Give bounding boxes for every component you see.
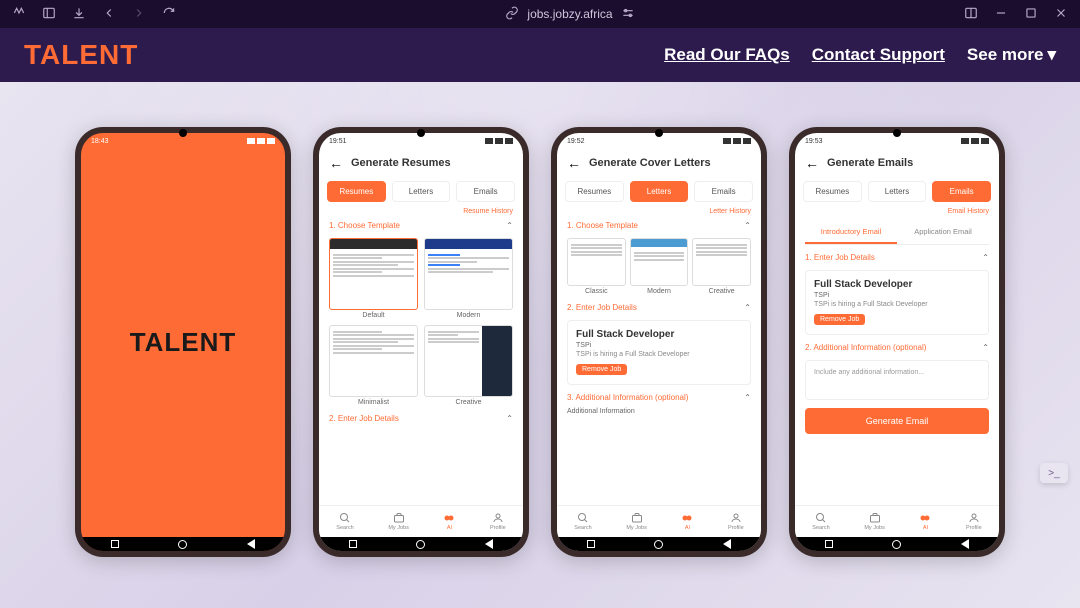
- chevron-up-icon[interactable]: ⌃: [982, 343, 989, 352]
- nav-search[interactable]: Search: [574, 512, 591, 531]
- job-card: Full Stack Developer TSPi TSPi is hiring…: [567, 320, 751, 385]
- site-logo[interactable]: TALENT: [24, 39, 138, 71]
- phone-emails: 19:53 ← Generate Emails Resumes Letters E…: [789, 127, 1005, 557]
- sidebar-icon[interactable]: [42, 6, 56, 23]
- nav-search[interactable]: Search: [336, 512, 353, 531]
- nav-profile[interactable]: Profile: [966, 512, 982, 531]
- nav-faqs[interactable]: Read Our FAQs: [664, 45, 790, 65]
- download-icon[interactable]: [72, 6, 86, 23]
- additional-label: Additional Information: [557, 406, 761, 417]
- tab-letters[interactable]: Letters: [392, 181, 451, 202]
- template-minimalist[interactable]: Minimalist: [329, 325, 418, 406]
- template-modern[interactable]: Modern: [630, 238, 689, 295]
- nav-see-more[interactable]: See more▾: [967, 45, 1056, 65]
- split-icon[interactable]: [964, 6, 978, 23]
- template-creative[interactable]: Creative: [692, 238, 751, 295]
- job-desc: TSPi is hiring a Full Stack Developer: [576, 351, 742, 358]
- chevron-up-icon[interactable]: ⌃: [506, 414, 513, 423]
- chevron-up-icon[interactable]: ⌃: [744, 221, 751, 230]
- history-link[interactable]: Email History: [795, 206, 999, 217]
- section-choose-template: 1. Choose Template: [329, 221, 400, 230]
- url-display[interactable]: jobs.jobzy.africa: [527, 7, 612, 21]
- section-choose-template: 1. Choose Template: [567, 221, 638, 230]
- chevron-up-icon[interactable]: ⌃: [506, 221, 513, 230]
- job-card: Full Stack Developer TSPi TSPi is hiring…: [805, 270, 989, 335]
- back-icon[interactable]: ←: [805, 155, 819, 171]
- nav-myjobs[interactable]: My Jobs: [626, 512, 646, 531]
- phone-resumes: 19:51 ←Generate Resumes Resumes Letters …: [313, 127, 529, 557]
- nav-profile[interactable]: Profile: [728, 512, 744, 531]
- section-additional: 3. Additional Information (optional): [567, 393, 688, 402]
- history-link[interactable]: Letter History: [557, 206, 761, 217]
- section-job-details: 1. Enter Job Details: [805, 253, 875, 262]
- additional-info-input[interactable]: Include any additional information...: [805, 360, 989, 400]
- terminal-fab[interactable]: >_: [1040, 463, 1068, 483]
- nav-ai[interactable]: AI: [919, 512, 931, 531]
- template-classic[interactable]: Classic: [567, 238, 626, 295]
- splash-logo: TALENT: [130, 327, 237, 358]
- history-link[interactable]: Resume History: [319, 206, 523, 217]
- chevron-up-icon[interactable]: ⌃: [982, 253, 989, 262]
- browser-chrome: jobs.jobzy.africa: [0, 0, 1080, 28]
- close-icon[interactable]: [1054, 6, 1068, 23]
- phone-letters: 19:52 ← Generate Cover Letters Resumes Le…: [551, 127, 767, 557]
- tab-emails[interactable]: Emails: [694, 181, 753, 202]
- site-nav: TALENT Read Our FAQs Contact Support See…: [0, 28, 1080, 82]
- link-icon: [505, 6, 519, 23]
- tab-letters[interactable]: Letters: [630, 181, 689, 202]
- tab-letters[interactable]: Letters: [868, 181, 927, 202]
- remove-job-button[interactable]: Remove Job: [814, 314, 865, 325]
- forward-icon[interactable]: [132, 6, 146, 23]
- status-time: 19:52: [567, 138, 585, 145]
- chevron-up-icon[interactable]: ⌃: [744, 303, 751, 312]
- nav-ai[interactable]: AI: [681, 512, 693, 531]
- section-job-details: 2. Enter Job Details: [329, 414, 399, 423]
- content-area: 18:43 TALENT 19:51 ← Generate Resumes Res…: [0, 82, 1080, 608]
- page-title: Generate Resumes: [351, 157, 451, 169]
- template-creative[interactable]: Creative: [424, 325, 513, 406]
- back-icon[interactable]: ←: [329, 155, 343, 171]
- status-time: 18:43: [91, 138, 109, 145]
- job-company: TSPi: [576, 342, 742, 349]
- tune-icon[interactable]: [621, 6, 635, 23]
- tab-resumes[interactable]: Resumes: [803, 181, 862, 202]
- section-additional: 2. Additional Information (optional): [805, 343, 926, 352]
- page-title: Generate Emails: [827, 157, 913, 169]
- template-default[interactable]: Default: [329, 238, 418, 319]
- back-icon[interactable]: [102, 6, 116, 23]
- subtab-intro[interactable]: Introductory Email: [805, 221, 897, 244]
- nav-ai[interactable]: AI: [443, 512, 455, 531]
- nav-profile[interactable]: Profile: [490, 512, 506, 531]
- page-title: Generate Cover Letters: [589, 157, 711, 169]
- section-job-details: 2. Enter Job Details: [567, 303, 637, 312]
- job-desc: TSPi is hiring a Full Stack Developer: [814, 301, 980, 308]
- job-title: Full Stack Developer: [814, 279, 980, 290]
- chevron-up-icon[interactable]: ⌃: [744, 393, 751, 402]
- reload-icon[interactable]: [162, 6, 176, 23]
- arc-icon[interactable]: [12, 6, 26, 23]
- tab-resumes[interactable]: Resumes: [565, 181, 624, 202]
- tab-resumes[interactable]: Resumes: [327, 181, 386, 202]
- tab-emails[interactable]: Emails: [456, 181, 515, 202]
- back-icon[interactable]: ←: [567, 155, 581, 171]
- nav-myjobs[interactable]: My Jobs: [864, 512, 884, 531]
- caret-down-icon: ▾: [1047, 45, 1056, 65]
- remove-job-button[interactable]: Remove Job: [576, 364, 627, 375]
- tab-emails[interactable]: Emails: [932, 181, 991, 202]
- status-time: 19:53: [805, 138, 823, 145]
- template-modern[interactable]: Modern: [424, 238, 513, 319]
- minimize-icon[interactable]: [994, 6, 1008, 23]
- nav-contact[interactable]: Contact Support: [812, 45, 945, 65]
- job-company: TSPi: [814, 292, 980, 299]
- nav-myjobs[interactable]: My Jobs: [388, 512, 408, 531]
- maximize-icon[interactable]: [1024, 6, 1038, 23]
- nav-search[interactable]: Search: [812, 512, 829, 531]
- generate-email-button[interactable]: Generate Email: [805, 408, 989, 434]
- phone-splash: 18:43 TALENT: [75, 127, 291, 557]
- subtab-application[interactable]: Application Email: [897, 221, 989, 244]
- job-title: Full Stack Developer: [576, 329, 742, 340]
- status-time: 19:51: [329, 138, 347, 145]
